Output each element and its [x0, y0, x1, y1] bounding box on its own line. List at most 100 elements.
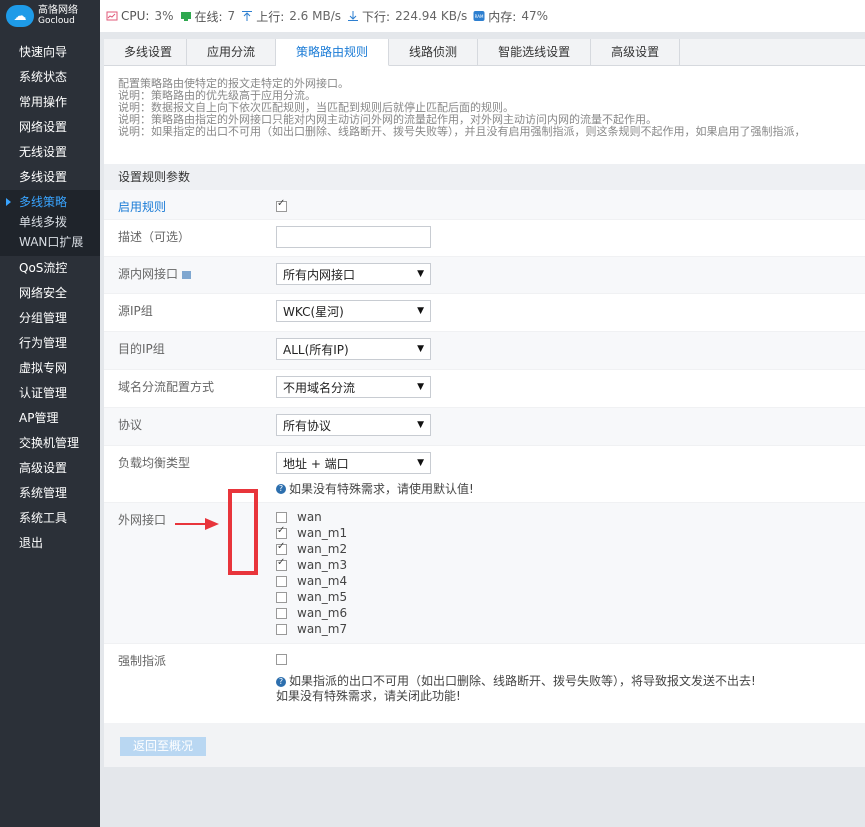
sidebar: ☁ 高恪网络 Gocloud 快速向导 系统状态 常用操作 网络设置 无线设置 …: [0, 0, 100, 827]
domain-split-select[interactable]: 不用域名分流 ▼: [276, 376, 431, 398]
row-load-balance: 负载均衡类型 地址 + 端口 ▼ ? 如果没有特殊需求，请使用默认值!: [104, 446, 865, 503]
sidebar-item-auth-mgmt[interactable]: 认证管理: [0, 381, 100, 406]
sidebar-item-common-ops[interactable]: 常用操作: [0, 90, 100, 115]
sidebar-item-network-settings[interactable]: 网络设置: [0, 115, 100, 140]
cpu-stat: CPU: 3%: [106, 9, 174, 23]
sidebar-item-advanced[interactable]: 高级设置: [0, 456, 100, 481]
tab-bar: 多线设置 应用分流 策略路由规则 线路侦测 智能选线设置 高级设置: [104, 39, 865, 66]
forced-assign-hint-2: 如果没有特殊需求，请关闭此功能!: [276, 689, 461, 703]
cloud-logo-icon: ☁: [6, 5, 34, 27]
wan-option[interactable]: wan_m2: [276, 541, 347, 557]
note-line: 说明：如果指定的出口不可用（如出口删除、线路断开、拨号失败等），并且没有启用强制…: [118, 125, 806, 138]
source-interface-select[interactable]: 所有内网接口 ▼: [276, 263, 431, 285]
sidebar-subitem-wan-expand[interactable]: WAN口扩展: [0, 232, 100, 252]
forced-assign-hint: ? 如果指派的出口不可用（如出口删除、线路断开、拨号失败等），将导致报文发送不出去…: [276, 674, 756, 689]
sidebar-subitem-multiline-policy[interactable]: 多线策略: [0, 192, 100, 212]
description-notes: 配置策略路由使特定的报文走特定的外网接口。 说明：策略路由的优先级高于应用分流。…: [104, 66, 865, 156]
sidebar-item-ap-mgmt[interactable]: AP管理: [0, 406, 100, 431]
wan-option[interactable]: wan_m4: [276, 573, 347, 589]
sidebar-item-group-mgmt[interactable]: 分组管理: [0, 306, 100, 331]
enable-rule-label: 启用规则: [118, 200, 167, 214]
wan-checkbox[interactable]: [276, 575, 287, 587]
online-label: 在线:: [194, 9, 223, 24]
wan-option[interactable]: wan_m3: [276, 557, 347, 573]
dropdown-arrow-icon: ▼: [417, 344, 424, 354]
sidebar-item-switch-mgmt[interactable]: 交换机管理: [0, 431, 100, 456]
dest-ip-select[interactable]: ALL(所有IP) ▼: [276, 338, 431, 360]
cpu-value: 3%: [154, 9, 174, 23]
source-ip-select[interactable]: WKC(星河) ▼: [276, 300, 431, 322]
forced-assign-checkbox[interactable]: [276, 654, 287, 665]
wan-checkbox[interactable]: [276, 511, 287, 523]
download-arrow-icon: [348, 11, 359, 21]
sidebar-item-system-status[interactable]: 系统状态: [0, 65, 100, 90]
wan-option[interactable]: wan_m1: [276, 525, 347, 541]
sidebar-item-wireless-settings[interactable]: 无线设置: [0, 140, 100, 165]
row-domain-split: 域名分流配置方式 不用域名分流 ▼: [104, 370, 865, 408]
row-enable-rule: 启用规则: [104, 190, 865, 220]
wan-option[interactable]: wan_m7: [276, 621, 347, 637]
forced-assign-label: 强制指派: [118, 654, 167, 668]
sidebar-item-vpn[interactable]: 虚拟专网: [0, 356, 100, 381]
sidebar-nav: 快速向导 系统状态 常用操作 网络设置 无线设置 多线设置 多线策略 单线多拨 …: [0, 32, 100, 556]
cpu-label: CPU:: [121, 9, 150, 23]
tab-line-detection[interactable]: 线路侦测: [389, 39, 479, 65]
wan-interface-list: wan wan_m1 wan_m2 wan_m3 wan_m4 wan_m5 w…: [276, 503, 347, 643]
sidebar-item-qos[interactable]: QoS流控: [0, 256, 100, 281]
wan-option[interactable]: wan_m6: [276, 605, 347, 621]
memory-value: 47%: [521, 9, 548, 23]
status-bar: CPU: 3% 在线: 7 上行: 2.6 MB/s 下行: 224.94 KB…: [100, 0, 865, 32]
info-icon[interactable]: [181, 270, 191, 279]
row-forced-assign: 强制指派 ? 如果指派的出口不可用（如出口删除、线路断开、拨号失败等），将导致报文…: [104, 644, 865, 724]
row-protocol: 协议 所有协议 ▼: [104, 408, 865, 446]
sidebar-submenu: 多线策略 单线多拨 WAN口扩展: [0, 190, 100, 256]
online-value: 7: [227, 9, 236, 23]
sidebar-item-behavior-mgmt[interactable]: 行为管理: [0, 331, 100, 356]
description-input[interactable]: [276, 226, 431, 248]
row-dest-ip-group: 目的IP组 ALL(所有IP) ▼: [104, 332, 865, 370]
sidebar-item-quick-guide[interactable]: 快速向导: [0, 40, 100, 65]
tab-policy-routing-rules[interactable]: 策略路由规则: [276, 39, 390, 66]
load-balance-hint: ? 如果没有特殊需求，请使用默认值!: [276, 480, 474, 497]
wan-option[interactable]: wan_m5: [276, 589, 347, 605]
dropdown-arrow-icon: ▼: [417, 306, 424, 316]
row-description: 描述（可选）: [104, 220, 865, 257]
sidebar-item-logout[interactable]: 退出: [0, 531, 100, 556]
wan-checkbox[interactable]: [276, 557, 287, 571]
sidebar-item-multiline-settings[interactable]: 多线设置: [0, 165, 100, 190]
source-interface-label: 源内网接口: [104, 257, 276, 293]
sidebar-item-network-security[interactable]: 网络安全: [0, 281, 100, 306]
row-source-interface: 源内网接口 所有内网接口 ▼: [104, 257, 865, 294]
upload-arrow-icon: [242, 11, 253, 21]
memory-icon: RAM: [473, 11, 485, 21]
wan-option[interactable]: wan: [276, 509, 347, 525]
dropdown-arrow-icon: ▼: [417, 420, 424, 430]
tab-app-split[interactable]: 应用分流: [187, 39, 277, 65]
wan-checkbox[interactable]: [276, 623, 287, 635]
enable-rule-checkbox[interactable]: [276, 198, 287, 212]
wan-checkbox[interactable]: [276, 591, 287, 603]
sidebar-item-system-mgmt[interactable]: 系统管理: [0, 481, 100, 506]
protocol-select[interactable]: 所有协议 ▼: [276, 414, 431, 436]
wan-checkbox[interactable]: [276, 525, 287, 539]
logo-name-cn: 高恪网络: [38, 5, 78, 16]
brand-logo[interactable]: ☁ 高恪网络 Gocloud: [0, 0, 100, 32]
back-to-overview-button[interactable]: 返回至概况: [120, 737, 206, 756]
row-source-ip-group: 源IP组 WKC(星河) ▼: [104, 294, 865, 332]
upload-label: 上行:: [256, 9, 285, 24]
help-icon: ?: [276, 483, 286, 494]
tab-smart-line-selection[interactable]: 智能选线设置: [478, 39, 592, 65]
help-icon: ?: [276, 676, 286, 687]
sidebar-subitem-single-multi-dial[interactable]: 单线多拨: [0, 212, 100, 232]
wan-checkbox[interactable]: [276, 541, 287, 555]
wan-checkbox[interactable]: [276, 607, 287, 619]
cpu-icon: [106, 11, 118, 21]
load-balance-select[interactable]: 地址 + 端口 ▼: [276, 452, 431, 474]
sidebar-item-system-tools[interactable]: 系统工具: [0, 506, 100, 531]
tab-advanced-settings[interactable]: 高级设置: [591, 39, 681, 65]
download-stat: 下行: 224.94 KB/s: [347, 8, 467, 25]
domain-split-label: 域名分流配置方式: [118, 380, 215, 394]
dropdown-arrow-icon: ▼: [417, 458, 424, 468]
download-label: 下行:: [362, 9, 391, 24]
tab-multiline-settings[interactable]: 多线设置: [104, 39, 188, 65]
